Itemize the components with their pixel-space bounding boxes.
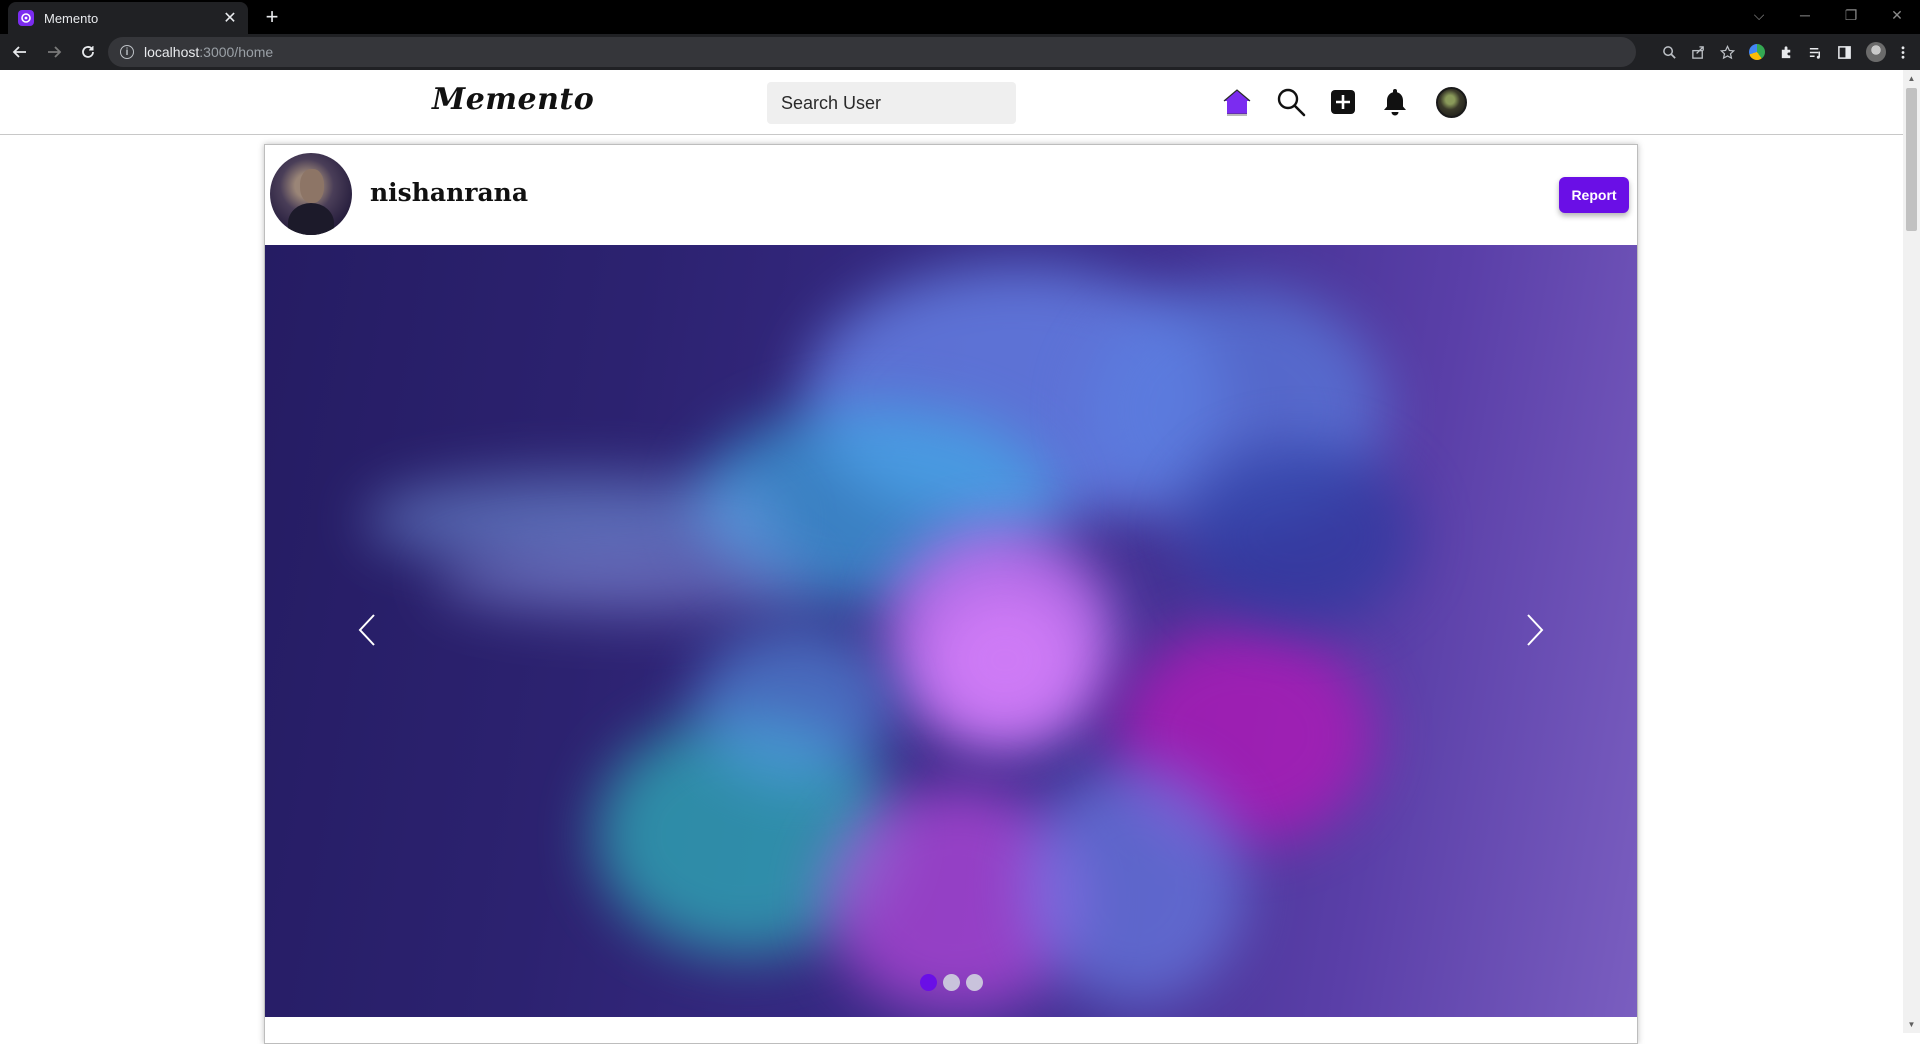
memento-favicon-icon [18,10,34,26]
side-panel-icon[interactable] [1837,45,1852,60]
minimize-icon[interactable]: ─ [1782,0,1828,30]
post-header: nishanrana Report [265,145,1637,245]
bookmark-star-icon[interactable] [1720,44,1735,60]
restore-icon[interactable]: ❐ [1828,0,1874,30]
scroll-up-arrow-icon[interactable]: ▲ [1903,70,1920,87]
tab-title: Memento [44,10,99,26]
carousel-dot-1[interactable] [919,974,937,991]
home-icon [1223,89,1251,116]
bell-icon [1384,89,1406,116]
window-controls: ⌵ ─ ❐ ✕ [1736,0,1920,30]
tab-search-icon[interactable]: ⌵ [1736,0,1782,30]
app-header: Memento [0,70,1903,135]
search-button[interactable] [1274,85,1308,119]
reload-button[interactable] [74,38,102,66]
carousel-dot-2[interactable] [942,974,960,991]
scroll-down-arrow-icon[interactable]: ▼ [1903,1016,1920,1033]
tab-close-icon[interactable]: ✕ [222,8,238,28]
search-user-input[interactable] [767,82,1016,124]
user-avatar[interactable] [1436,87,1467,118]
author-username[interactable]: nishanrana [370,178,528,207]
carousel-next-button[interactable] [1515,605,1555,655]
browser-tabstrip: Memento ✕ + ⌵ ─ ❐ ✕ [0,0,1920,34]
chevron-right-icon [1527,614,1544,646]
carousel-dot-3[interactable] [965,974,983,991]
back-arrow-icon [12,46,26,58]
carousel-prev-button[interactable] [347,605,387,655]
extensions-puzzle-icon[interactable] [1779,45,1794,60]
back-button[interactable] [6,38,34,66]
forward-button[interactable] [40,38,68,66]
extension-color-icon[interactable] [1749,44,1765,60]
browser-profile-avatar[interactable] [1866,42,1886,62]
zoom-icon[interactable] [1662,45,1677,60]
report-button[interactable]: Report [1559,177,1629,213]
add-post-button[interactable] [1326,85,1360,119]
media-queue-icon[interactable] [1808,45,1823,60]
post-card: nishanrana Report [264,144,1638,1044]
window-close-icon[interactable]: ✕ [1874,0,1920,30]
carousel-indicators [265,974,1637,991]
url-host: localhost [144,44,200,60]
chevron-left-icon [358,614,375,646]
scroll-thumb[interactable] [1906,88,1917,231]
app-logo[interactable]: Memento [432,82,594,117]
author-avatar[interactable] [270,153,352,235]
site-info-icon[interactable]: i [120,45,134,59]
search-icon [1277,88,1306,117]
reload-icon [82,46,94,58]
notifications-button[interactable] [1378,85,1412,119]
url-path: :3000/home [199,44,274,60]
browser-tab[interactable]: Memento ✕ [8,2,248,34]
post-image-carousel[interactable] [265,245,1637,1017]
browser-menu-icon[interactable] [1900,45,1906,60]
home-button[interactable] [1220,85,1254,119]
add-post-icon [1331,90,1355,114]
post-image [265,245,1637,1017]
browser-extension-icons [1662,38,1906,66]
new-tab-button[interactable]: + [260,4,284,29]
browser-toolbar: i localhost :3000/home [0,34,1920,70]
page-scrollbar[interactable]: ▲ ▼ [1903,70,1920,1033]
forward-arrow-icon [48,46,62,58]
share-icon[interactable] [1691,45,1706,60]
address-bar[interactable]: i localhost :3000/home [108,37,1636,67]
